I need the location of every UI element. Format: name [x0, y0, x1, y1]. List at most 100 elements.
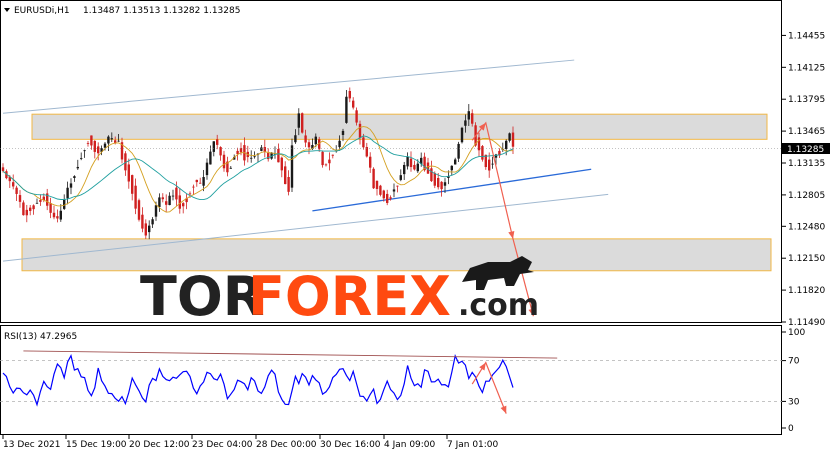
candle-body — [345, 96, 348, 123]
current-price-label: 1.13285 — [787, 145, 824, 155]
candle-body — [491, 163, 494, 165]
candle-body — [389, 197, 392, 199]
price-tick-label: 1.12805 — [788, 191, 825, 201]
candle-body — [212, 141, 215, 152]
candle-body — [188, 193, 192, 195]
rsi-tick-label: 100 — [788, 328, 805, 338]
candle-body — [171, 195, 175, 197]
trading-chart-window: 1.13285 1.14455 1.14125 1.13795 1.13465 1.13… — [0, 0, 830, 455]
chart-canvas[interactable]: 1.13285 1.14455 1.14125 1.13795 1.13465 1.13… — [0, 0, 830, 455]
candle-body — [93, 140, 96, 152]
candle-body — [409, 158, 413, 168]
candle-body — [18, 195, 22, 202]
candle-body — [304, 135, 307, 143]
candle-body — [73, 176, 76, 178]
candle-body — [165, 201, 168, 205]
time-tick-label: 7 Jan 01:00 — [447, 440, 499, 450]
candle-body — [437, 177, 440, 188]
candle-body — [481, 146, 484, 160]
candle-body — [331, 154, 334, 156]
candle-body — [250, 157, 253, 159]
candle-body — [141, 214, 144, 229]
candle-body — [56, 216, 59, 219]
resistance-zone — [31, 113, 768, 140]
candle-body — [307, 142, 311, 148]
candle-body — [314, 136, 317, 145]
candle-body — [406, 156, 409, 167]
candle-body — [433, 173, 436, 186]
price-tick-label: 1.14455 — [788, 31, 825, 41]
candle-body — [253, 156, 256, 158]
candle-body — [440, 181, 443, 190]
candle-body — [114, 140, 117, 143]
candle-body — [117, 140, 120, 142]
candle-body — [426, 162, 430, 174]
time-tick-label: 28 Dec 00:00 — [256, 440, 317, 450]
candle-body — [209, 151, 212, 165]
candle-body — [1, 167, 5, 171]
candle-body — [375, 180, 379, 189]
candle-body — [168, 195, 171, 206]
time-tick-label: 23 Dec 04:00 — [192, 440, 253, 450]
candle-body — [151, 219, 154, 225]
candle-body — [90, 135, 93, 146]
rsi-panel-frame — [0, 325, 782, 435]
rsi-tick-label: 70 — [788, 357, 800, 367]
candle-body — [144, 223, 147, 236]
candle-body — [287, 177, 290, 192]
candle-body — [403, 164, 406, 175]
watermark-forex: FOREX — [248, 265, 451, 328]
candle-body — [59, 210, 62, 220]
candle-body — [25, 209, 28, 216]
candle-body — [396, 185, 399, 187]
price-tick-label: 1.13465 — [788, 127, 825, 137]
candle-body — [195, 179, 198, 183]
candle-body — [15, 187, 18, 194]
time-tick-label: 20 Dec 12:00 — [129, 440, 190, 450]
candle-body — [63, 199, 66, 209]
candle-body — [222, 154, 226, 169]
candle-body — [348, 90, 351, 99]
candle-body — [158, 197, 161, 207]
candle-body — [352, 100, 355, 108]
price-tick-label: 1.14125 — [788, 63, 825, 73]
candle-body — [372, 168, 375, 189]
candle-body — [83, 150, 86, 152]
candle-body — [69, 183, 73, 188]
candle-body — [505, 140, 508, 149]
candle-body — [460, 127, 464, 143]
watermark-domain: .com — [458, 288, 539, 323]
candle-body — [103, 143, 107, 148]
candle-body — [413, 164, 416, 170]
candle-body — [107, 136, 110, 144]
candle-body — [355, 110, 358, 123]
candle-body — [324, 164, 328, 166]
time-tick-label: 30 Dec 16:00 — [320, 440, 381, 450]
price-tick-label: 1.13795 — [788, 95, 825, 105]
candle-body — [199, 182, 202, 184]
candle-body — [32, 205, 35, 210]
candle-body — [277, 148, 280, 163]
candle-body — [134, 185, 137, 209]
symbol-label: EURUSDi,H1 — [14, 6, 70, 16]
watermark-tor: TOR — [140, 265, 264, 328]
candle-body — [161, 197, 164, 200]
candle-body — [39, 199, 42, 202]
candle-body — [80, 158, 83, 159]
candle-body — [216, 139, 219, 145]
candle-body — [52, 212, 56, 218]
candle-body — [229, 167, 232, 169]
price-tick-label: 1.12150 — [788, 254, 825, 264]
candle-body — [399, 175, 402, 180]
candle-body — [508, 133, 511, 141]
price-tick-label: 1.11490 — [788, 318, 825, 328]
candle-body — [178, 195, 181, 209]
candle-body — [341, 130, 345, 135]
rsi-axis: 100 70 30 0 — [782, 328, 805, 434]
candle-body — [49, 203, 52, 213]
candle-body — [338, 140, 341, 148]
candle-body — [511, 132, 515, 147]
candle-body — [202, 177, 205, 186]
candle-body — [464, 120, 467, 126]
candle-body — [192, 186, 195, 188]
